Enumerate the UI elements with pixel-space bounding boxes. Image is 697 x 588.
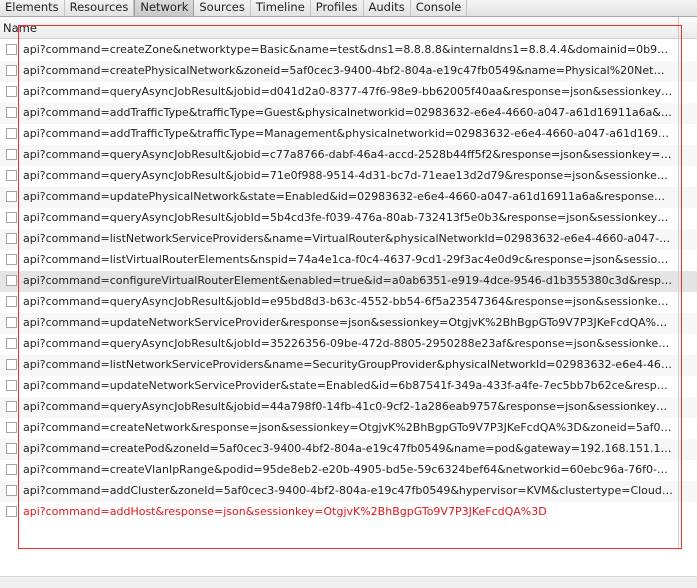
request-file-icon [6,380,17,391]
request-url[interactable]: api?command=createPod&zoneId=5af0cec3-94… [23,442,673,456]
request-file-icon [6,149,17,160]
table-row[interactable]: api?command=queryAsyncJobResult&jobId=35… [0,334,697,355]
table-row[interactable]: api?command=listVirtualRouterElements&ns… [0,250,697,271]
request-file-icon [6,422,17,433]
table-row[interactable]: api?command=queryAsyncJobResult&jobid=c7… [0,145,697,166]
request-url[interactable]: api?command=queryAsyncJobResult&jobid=44… [23,400,673,414]
request-url[interactable]: api?command=createVlanIpRange&podid=95de… [23,463,673,477]
table-row[interactable]: api?command=addHost&response=json&sessio… [0,502,697,523]
request-url[interactable]: api?command=createNetwork&response=json&… [23,421,673,435]
request-file-icon [6,107,17,118]
request-file-icon [6,506,17,517]
request-file-icon [6,212,17,223]
request-url[interactable]: api?command=queryAsyncJobResult&jobId=5b… [23,211,673,225]
request-url[interactable]: api?command=updatePhysicalNetwork&state=… [23,190,673,204]
network-request-list: api?command=createZone&networktype=Basic… [0,40,697,523]
column-divider-line [678,38,679,548]
column-divider[interactable] [678,17,679,38]
request-url[interactable]: api?command=queryAsyncJobResult&jobid=71… [23,169,673,183]
request-url[interactable]: api?command=createZone&networktype=Basic… [23,43,673,57]
request-file-icon [6,191,17,202]
tab-elements[interactable]: Elements [0,0,65,16]
network-table-header: Name [0,17,697,39]
request-file-icon [6,338,17,349]
table-row[interactable]: api?command=queryAsyncJobResult&jobId=5b… [0,208,697,229]
table-row[interactable]: api?command=updateNetworkServiceProvider… [0,376,697,397]
tab-console[interactable]: Console [411,0,468,16]
request-url[interactable]: api?command=updateNetworkServiceProvider… [23,379,673,393]
tab-profiles[interactable]: Profiles [311,0,364,16]
request-file-icon [6,464,17,475]
tab-network[interactable]: Network [134,0,195,16]
request-file-icon [6,443,17,454]
request-url[interactable]: api?command=queryAsyncJobResult&jobid=c7… [23,148,673,162]
request-url[interactable]: api?command=queryAsyncJobResult&jobid=d0… [23,85,673,99]
request-file-icon [6,401,17,412]
table-row[interactable]: api?command=updatePhysicalNetwork&state=… [0,187,697,208]
table-row[interactable]: api?command=addTrafficType&trafficType=G… [0,103,697,124]
request-url[interactable]: api?command=updateNetworkServiceProvider… [23,316,673,330]
table-row[interactable]: api?command=createZone&networktype=Basic… [0,40,697,61]
request-url[interactable]: api?command=addCluster&zoneId=5af0cec3-9… [23,484,673,498]
table-row[interactable]: api?command=createPod&zoneId=5af0cec3-94… [0,439,697,460]
table-row[interactable]: api?command=createVlanIpRange&podid=95de… [0,460,697,481]
table-row[interactable]: api?command=listNetworkServiceProviders&… [0,229,697,250]
table-row[interactable]: api?command=configureVirtualRouterElemen… [0,271,697,292]
request-url[interactable]: api?command=queryAsyncJobResult&jobId=35… [23,337,673,351]
request-file-icon [6,170,17,181]
table-row[interactable]: api?command=queryAsyncJobResult&jobid=d0… [0,82,697,103]
request-url[interactable]: api?command=addTrafficType&trafficType=G… [23,106,673,120]
table-row[interactable]: api?command=queryAsyncJobResult&jobid=71… [0,166,697,187]
request-file-icon [6,359,17,370]
table-row[interactable]: api?command=listNetworkServiceProviders&… [0,355,697,376]
table-row[interactable]: api?command=queryAsyncJobResult&jobId=e9… [0,292,697,313]
request-file-icon [6,65,17,76]
request-file-icon [6,44,17,55]
request-url[interactable]: api?command=createPhysicalNetwork&zoneid… [23,64,673,78]
tab-sources[interactable]: Sources [194,0,251,16]
table-row[interactable]: api?command=createNetwork&response=json&… [0,418,697,439]
tab-timeline[interactable]: Timeline [251,0,311,16]
column-header-name[interactable]: Name [3,21,37,35]
request-file-icon [6,317,17,328]
request-url[interactable]: api?command=listNetworkServiceProviders&… [23,358,673,372]
table-row[interactable]: api?command=createPhysicalNetwork&zoneid… [0,61,697,82]
request-url[interactable]: api?command=listVirtualRouterElements&ns… [23,253,673,267]
request-url[interactable]: api?command=addTrafficType&trafficType=M… [23,127,673,141]
devtools-tab-bar: Elements Resources Network Sources Timel… [0,0,697,17]
request-file-icon [6,296,17,307]
table-row[interactable]: api?command=updateNetworkServiceProvider… [0,313,697,334]
request-url[interactable]: api?command=addHost&response=json&sessio… [23,505,673,519]
tab-resources[interactable]: Resources [65,0,135,16]
table-row[interactable]: api?command=queryAsyncJobResult&jobid=44… [0,397,697,418]
request-url[interactable]: api?command=configureVirtualRouterElemen… [23,274,673,288]
request-file-icon [6,275,17,286]
request-file-icon [6,233,17,244]
request-file-icon [6,128,17,139]
tab-audits[interactable]: Audits [364,0,411,16]
table-row[interactable]: api?command=addTrafficType&trafficType=M… [0,124,697,145]
status-bar [0,576,697,588]
request-file-icon [6,86,17,97]
table-row[interactable]: api?command=addCluster&zoneId=5af0cec3-9… [0,481,697,502]
request-url[interactable]: api?command=queryAsyncJobResult&jobId=e9… [23,295,673,309]
request-file-icon [6,485,17,496]
request-file-icon [6,254,17,265]
request-url[interactable]: api?command=listNetworkServiceProviders&… [23,232,673,246]
